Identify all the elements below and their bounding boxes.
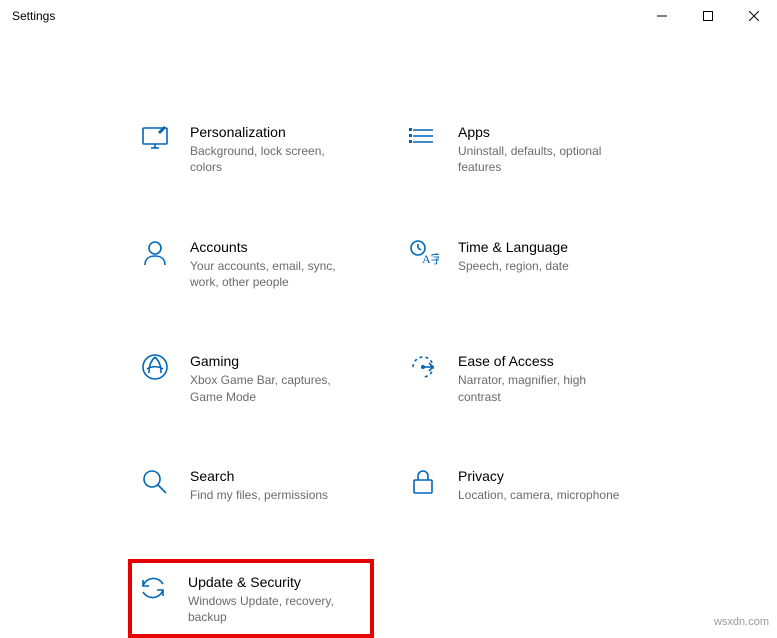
window-title: Settings	[12, 9, 55, 23]
category-time-language[interactable]: A字 Time & Language Speech, region, date	[406, 232, 674, 295]
titlebar: Settings	[0, 0, 777, 32]
maximize-icon	[703, 11, 713, 21]
category-personalization[interactable]: Personalization Background, lock screen,…	[138, 117, 406, 180]
time-language-icon: A字	[406, 236, 440, 270]
category-desc: Uninstall, defaults, optional features	[458, 143, 628, 175]
category-grid: Personalization Background, lock screen,…	[138, 117, 777, 638]
category-desc: Your accounts, email, sync, work, other …	[190, 258, 360, 290]
category-ease-of-access[interactable]: Ease of Access Narrator, magnifier, high…	[406, 346, 674, 409]
privacy-icon	[406, 465, 440, 499]
close-icon	[749, 11, 759, 21]
category-privacy[interactable]: Privacy Location, camera, microphone	[406, 461, 674, 507]
gaming-icon	[138, 350, 172, 384]
category-accounts[interactable]: Accounts Your accounts, email, sync, wor…	[138, 232, 406, 295]
category-apps[interactable]: Apps Uninstall, defaults, optional featu…	[406, 117, 674, 180]
category-desc: Narrator, magnifier, high contrast	[458, 372, 628, 404]
category-title: Personalization	[190, 123, 360, 141]
category-title: Search	[190, 467, 328, 485]
category-desc: Xbox Game Bar, captures, Game Mode	[190, 372, 360, 404]
ease-of-access-icon	[406, 350, 440, 384]
accounts-icon	[138, 236, 172, 270]
minimize-icon	[657, 11, 667, 21]
watermark: wsxdn.com	[714, 616, 769, 628]
category-search[interactable]: Search Find my files, permissions	[138, 461, 406, 507]
category-gaming[interactable]: Gaming Xbox Game Bar, captures, Game Mod…	[138, 346, 406, 409]
minimize-button[interactable]	[639, 0, 685, 32]
category-desc: Speech, region, date	[458, 258, 569, 274]
category-title: Gaming	[190, 352, 360, 370]
category-title: Privacy	[458, 467, 619, 485]
personalization-icon	[138, 121, 172, 155]
close-button[interactable]	[731, 0, 777, 32]
category-update-security[interactable]: Update & Security Windows Update, recove…	[128, 559, 374, 638]
category-title: Accounts	[190, 238, 360, 256]
category-title: Time & Language	[458, 238, 569, 256]
search-icon	[138, 465, 172, 499]
category-desc: Location, camera, microphone	[458, 487, 619, 503]
settings-content: Personalization Background, lock screen,…	[0, 32, 777, 638]
category-desc: Windows Update, recovery, backup	[188, 593, 348, 625]
category-title: Ease of Access	[458, 352, 628, 370]
category-title: Update & Security	[188, 573, 348, 591]
maximize-button[interactable]	[685, 0, 731, 32]
apps-icon	[406, 121, 440, 155]
window-controls	[639, 0, 777, 32]
category-desc: Find my files, permissions	[190, 487, 328, 503]
category-desc: Background, lock screen, colors	[190, 143, 360, 175]
category-title: Apps	[458, 123, 628, 141]
update-security-icon	[136, 571, 170, 605]
svg-text:A字: A字	[422, 251, 439, 266]
